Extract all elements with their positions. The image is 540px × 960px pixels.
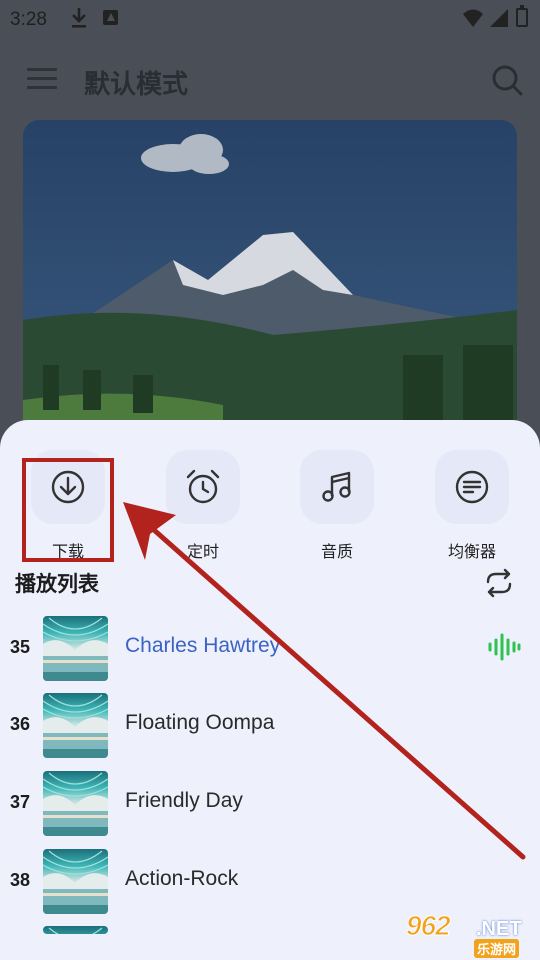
track-number: 35 <box>10 637 31 657</box>
status-bar: 3:28 <box>0 0 540 38</box>
status-time: 3:28 <box>10 9 47 30</box>
track-cover-image <box>43 771 108 836</box>
page-title: 默认模式 <box>84 69 189 99</box>
equalizer-icon <box>455 470 489 504</box>
track-number: 38 <box>10 870 31 890</box>
a-icon <box>103 10 118 25</box>
watermark-domain: .NET <box>476 918 522 940</box>
watermark: 962 .NET 乐游网 <box>402 910 534 958</box>
track-title: Floating Oompa <box>125 711 275 734</box>
track-number: 37 <box>10 792 31 812</box>
track-cover-image <box>43 616 108 681</box>
track-cover-image <box>43 693 108 758</box>
playlist-title: 播放列表 <box>15 573 99 596</box>
track-title: Action-Rock <box>125 867 239 890</box>
track-title: Charles Hawtrey <box>125 634 281 657</box>
search-icon[interactable] <box>490 63 524 97</box>
watermark-number: 962 <box>406 910 452 942</box>
alarm-clock-icon <box>186 469 220 504</box>
quality-button[interactable] <box>300 450 374 524</box>
equalizer-action[interactable]: 均衡器 <box>412 450 532 562</box>
track-row[interactable]: 37 Friendly Day <box>0 771 540 841</box>
equalizer-label: 均衡器 <box>447 544 496 561</box>
track-row[interactable]: 38 Action-Rock <box>0 849 540 919</box>
watermark-site: 乐游网 <box>474 939 520 958</box>
track-row[interactable]: 36 Floating Oompa <box>0 693 540 763</box>
wifi-icon <box>463 9 483 27</box>
repeat-icon[interactable] <box>482 568 516 598</box>
track-number: 36 <box>10 714 31 734</box>
quality-action[interactable]: 音质 <box>277 450 397 562</box>
track-title: Friendly Day <box>125 789 243 812</box>
cover-image <box>23 120 517 450</box>
music-note-icon <box>322 471 351 502</box>
battery-icon <box>516 5 528 27</box>
track-row[interactable]: 35 Charles Hawtrey <box>0 616 540 686</box>
signal-icon <box>490 9 508 27</box>
timer-button[interactable] <box>166 450 240 524</box>
app-bar: 默认模式 <box>0 50 540 110</box>
annotation-highlight-box <box>22 458 114 562</box>
download-icon <box>72 8 86 28</box>
timer-action[interactable]: 定时 <box>143 450 263 562</box>
track-cover-image <box>43 849 108 914</box>
track-cover-image <box>43 926 108 934</box>
menu-icon[interactable] <box>27 68 57 90</box>
equalizer-button[interactable] <box>435 450 509 524</box>
playing-wave-icon <box>488 633 521 661</box>
quality-label: 音质 <box>320 544 353 561</box>
timer-label: 定时 <box>186 544 219 561</box>
